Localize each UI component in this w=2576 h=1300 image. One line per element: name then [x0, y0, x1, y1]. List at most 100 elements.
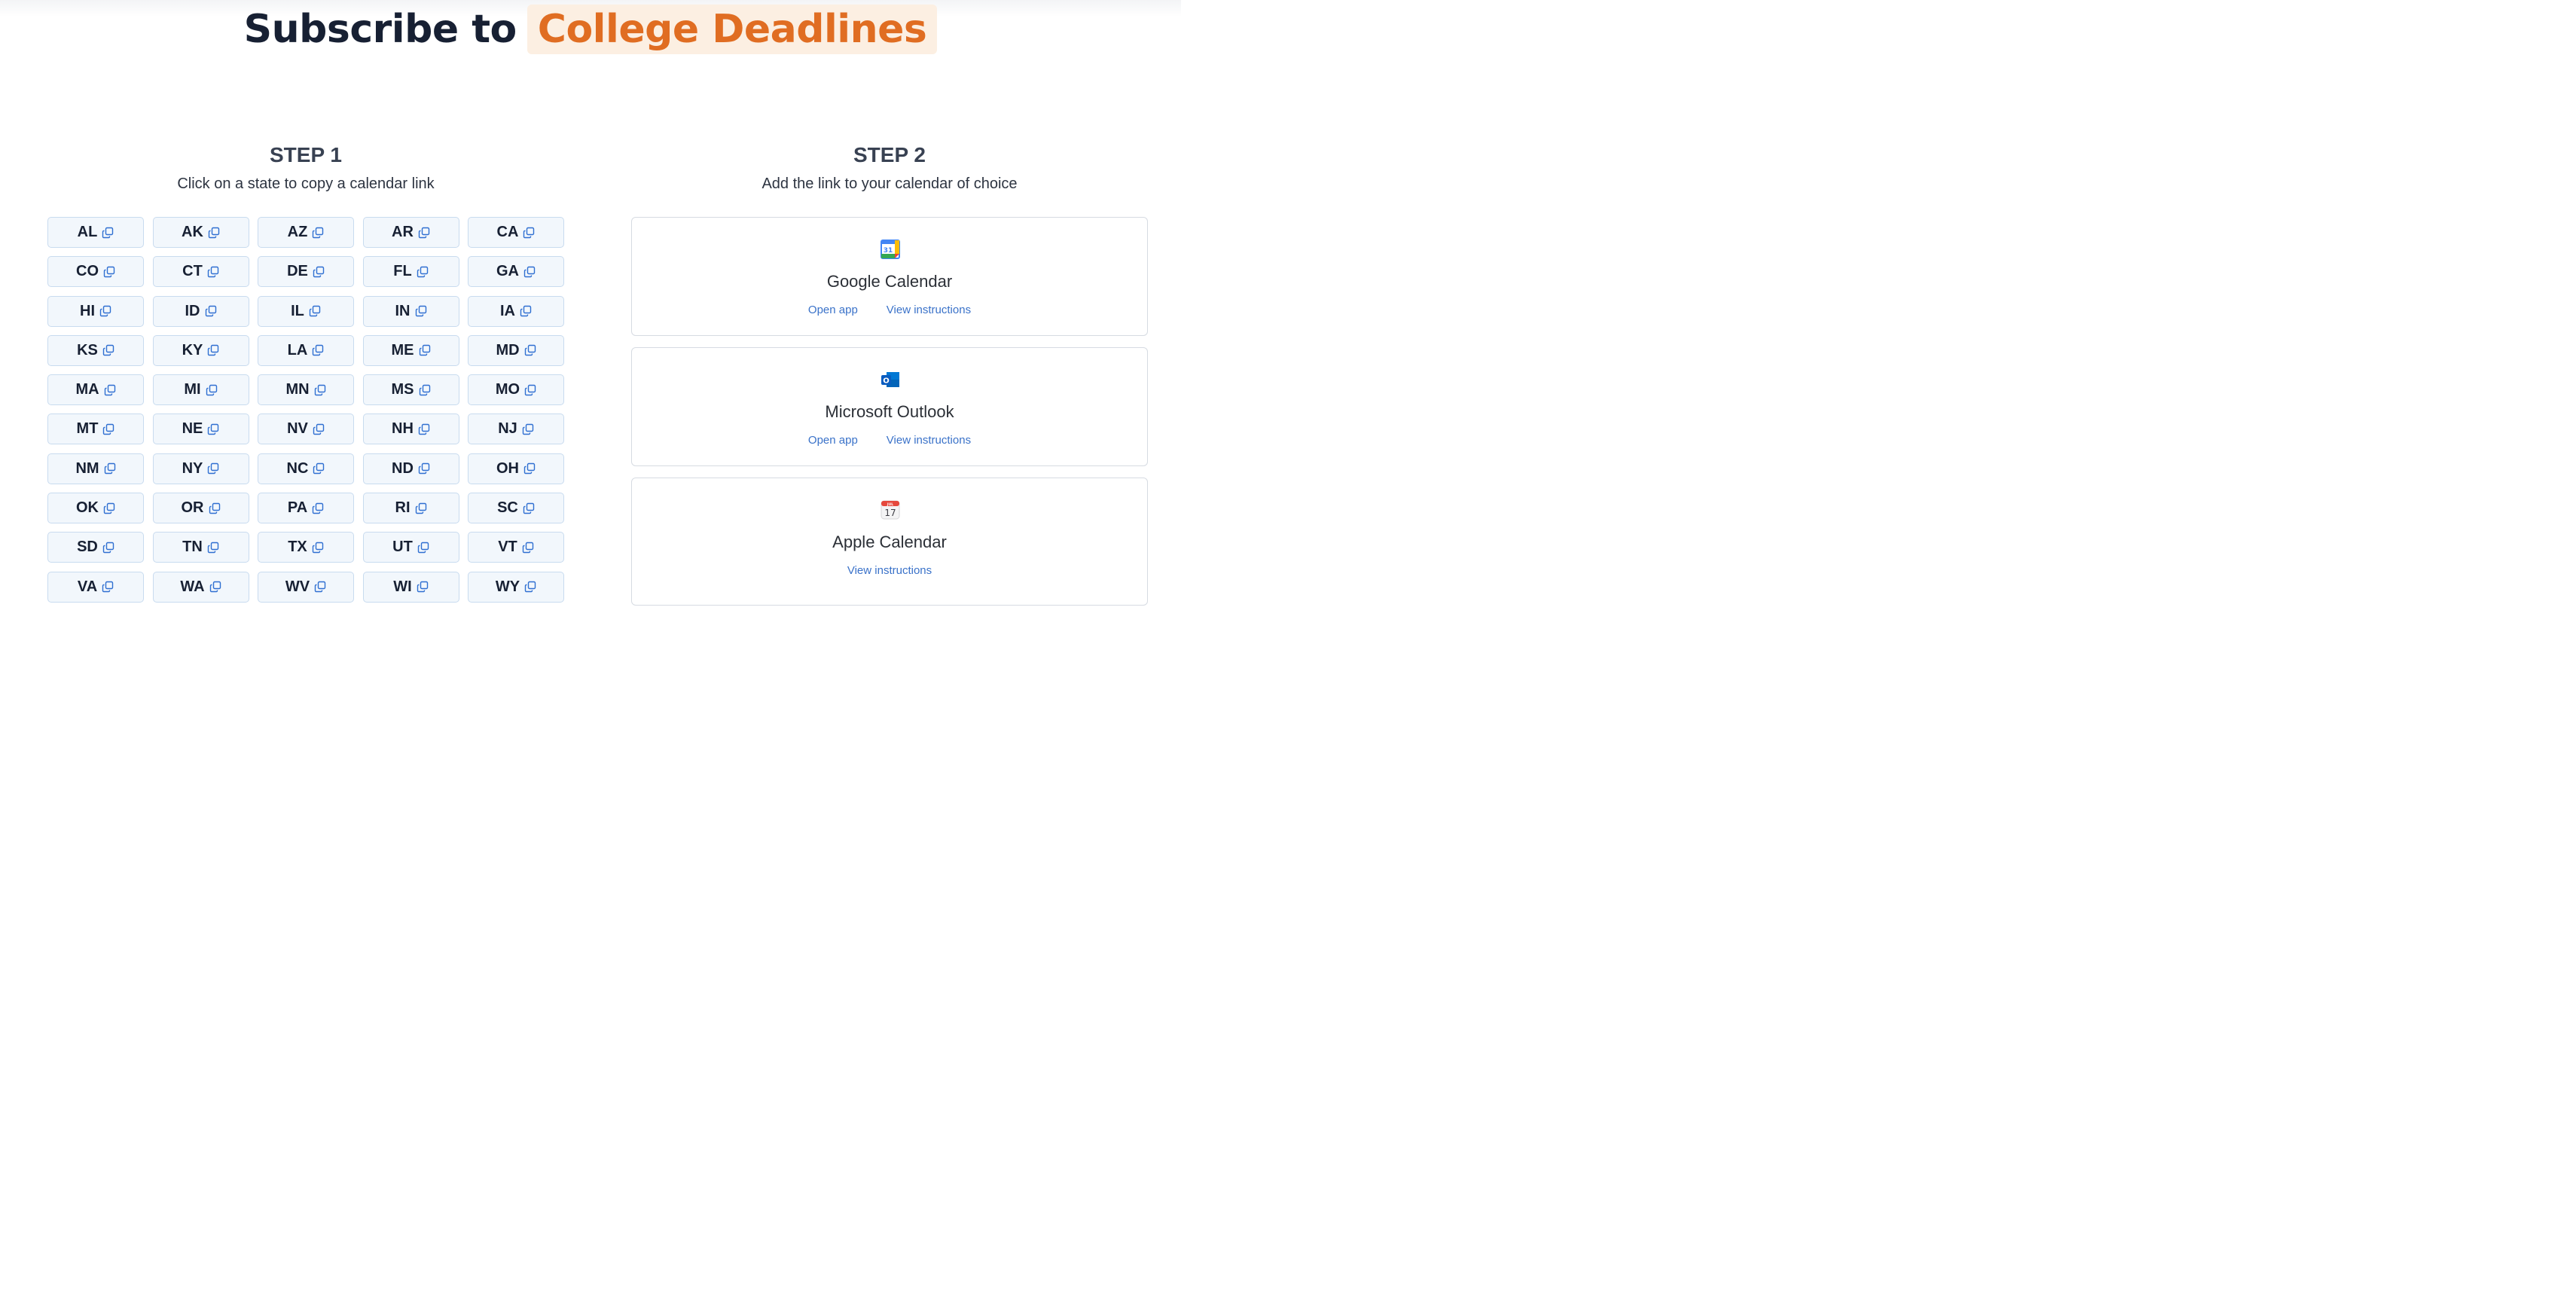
state-button-ne[interactable]: NE	[152, 413, 249, 445]
state-label: OR	[181, 499, 204, 517]
state-button-ca[interactable]: CA	[468, 217, 564, 248]
state-button-tn[interactable]: TN	[152, 532, 249, 563]
state-button-oh[interactable]: OH	[468, 453, 564, 484]
view-instructions-link[interactable]: View instructions	[887, 302, 971, 319]
state-label: MN	[285, 381, 310, 398]
copy-link-icon	[313, 463, 325, 475]
calendar-links: Open app View instructions	[632, 302, 1147, 319]
state-button-nm[interactable]: NM	[47, 453, 144, 484]
state-label: WV	[285, 578, 310, 595]
state-button-fl[interactable]: FL	[362, 256, 459, 288]
step1-subtitle: Click on a state to copy a calendar link	[177, 175, 435, 192]
copy-link-icon	[208, 345, 219, 356]
state-button-az[interactable]: AZ	[258, 217, 354, 248]
state-button-ok[interactable]: OK	[47, 493, 144, 524]
state-button-ri[interactable]: RI	[362, 493, 459, 524]
state-label: WY	[495, 578, 520, 595]
state-button-ia[interactable]: IA	[468, 295, 564, 327]
state-button-hi[interactable]: HI	[47, 295, 144, 327]
state-button-wy[interactable]: WY	[468, 571, 564, 603]
state-button-ak[interactable]: AK	[152, 217, 249, 248]
state-button-tx[interactable]: TX	[258, 532, 354, 563]
state-label: KY	[182, 341, 203, 359]
state-button-or[interactable]: OR	[152, 493, 249, 524]
state-button-in[interactable]: IN	[362, 295, 459, 327]
state-button-pa[interactable]: PA	[258, 493, 354, 524]
state-button-de[interactable]: DE	[258, 256, 354, 288]
state-button-co[interactable]: CO	[47, 256, 144, 288]
copy-link-icon	[313, 227, 324, 238]
state-button-il[interactable]: IL	[258, 295, 354, 327]
calendar-links: View instructions	[632, 563, 1147, 579]
state-button-ga[interactable]: GA	[468, 256, 564, 288]
open-app-link[interactable]: Open app	[808, 302, 858, 319]
state-button-ma[interactable]: MA	[47, 374, 144, 406]
state-button-nv[interactable]: NV	[258, 413, 354, 445]
state-button-sc[interactable]: SC	[468, 493, 564, 524]
state-label: MI	[184, 381, 201, 398]
state-button-nj[interactable]: NJ	[468, 413, 564, 445]
state-button-mt[interactable]: MT	[47, 413, 144, 445]
state-button-wa[interactable]: WA	[152, 571, 249, 603]
state-label: LA	[287, 341, 308, 359]
copy-link-icon	[313, 345, 324, 356]
copy-link-icon	[102, 542, 114, 554]
state-button-ny[interactable]: NY	[152, 453, 249, 484]
state-label: NJ	[498, 420, 517, 438]
copy-link-icon	[417, 266, 428, 277]
copy-link-icon	[418, 423, 430, 435]
state-label: IL	[291, 302, 304, 319]
state-label: RI	[395, 499, 411, 517]
state-button-nh[interactable]: NH	[362, 413, 459, 445]
state-button-al[interactable]: AL	[47, 217, 144, 248]
state-label: WI	[393, 578, 412, 595]
view-instructions-link[interactable]: View instructions	[887, 432, 971, 449]
copy-link-icon	[208, 227, 220, 238]
state-button-me[interactable]: ME	[362, 334, 459, 366]
copy-link-icon	[312, 502, 324, 514]
state-button-ky[interactable]: KY	[152, 334, 249, 366]
state-label: NH	[392, 420, 414, 438]
state-label: MS	[391, 381, 414, 398]
state-button-md[interactable]: MD	[468, 334, 564, 366]
state-button-mn[interactable]: MN	[258, 374, 354, 406]
page-title: Subscribe to College Deadlines	[0, 0, 1181, 59]
state-button-nd[interactable]: ND	[362, 453, 459, 484]
copy-link-icon	[312, 542, 323, 554]
state-label: TN	[182, 539, 203, 556]
outlook-card: O Microsoft Outlook Open app View instru…	[631, 347, 1148, 466]
state-button-va[interactable]: VA	[47, 571, 144, 603]
state-button-nc[interactable]: NC	[258, 453, 354, 484]
view-instructions-link[interactable]: View instructions	[847, 563, 932, 579]
state-button-mo[interactable]: MO	[468, 374, 564, 406]
state-label: MA	[75, 381, 99, 398]
state-button-mi[interactable]: MI	[152, 374, 249, 406]
state-label: IN	[395, 302, 411, 319]
state-button-sd[interactable]: SD	[47, 532, 144, 563]
apple-calendar-icon: JUL 17	[881, 500, 900, 520]
state-label: CA	[496, 224, 519, 240]
state-button-ms[interactable]: MS	[362, 374, 459, 406]
state-label: NE	[182, 420, 203, 438]
state-button-ut[interactable]: UT	[362, 532, 459, 563]
open-app-link[interactable]: Open app	[808, 432, 858, 449]
copy-link-icon	[524, 384, 536, 395]
state-button-ar[interactable]: AR	[362, 217, 459, 248]
copy-link-icon	[522, 542, 533, 554]
state-label: CO	[76, 263, 99, 280]
state-button-la[interactable]: LA	[258, 334, 354, 366]
state-label: ME	[391, 341, 414, 359]
state-button-id[interactable]: ID	[152, 295, 249, 327]
copy-link-icon	[417, 542, 429, 554]
state-label: AK	[182, 224, 203, 240]
state-button-vt[interactable]: VT	[468, 532, 564, 563]
state-button-wi[interactable]: WI	[362, 571, 459, 603]
state-label: AL	[77, 224, 98, 240]
state-label: VT	[498, 539, 517, 556]
state-label: CT	[182, 263, 203, 280]
calendar-name: Microsoft Outlook	[825, 402, 954, 421]
state-button-wv[interactable]: WV	[258, 571, 354, 603]
state-button-ct[interactable]: CT	[152, 256, 249, 288]
state-button-ks[interactable]: KS	[47, 334, 144, 366]
state-label: VA	[77, 578, 98, 595]
